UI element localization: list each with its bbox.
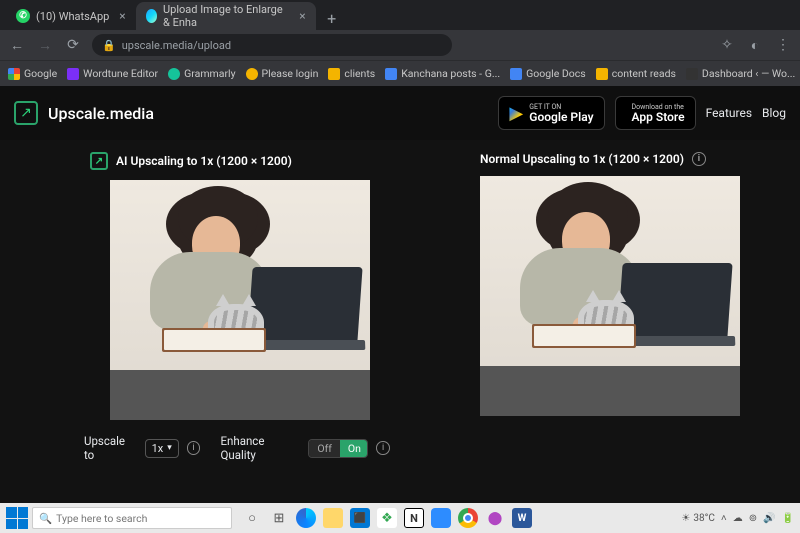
extensions-icon[interactable]: ✧ [718,37,736,54]
sun-icon: ☀ [681,513,690,524]
windows-taskbar: 🔍 Type here to search ○ ⊞ ⬛ ❖ N ⬤ W ☀38°… [0,503,800,533]
close-icon[interactable]: × [119,9,125,23]
close-icon[interactable]: × [299,9,305,23]
brand-logo-icon: ↗ [90,152,108,170]
file-explorer-icon[interactable] [323,508,343,528]
start-button[interactable] [6,507,28,529]
main-content: ↗ AI Upscaling to 1x (1200 × 1200) Upsca… [0,140,800,503]
app-store-badge[interactable]: Download on theApp Store [615,96,696,130]
app-icon[interactable]: ❖ [377,508,397,528]
bookmark-gdocs[interactable]: Google Docs [510,67,586,80]
cortana-icon[interactable]: ○ [242,508,262,528]
upscale-label: Upscale to [84,434,137,462]
back-icon[interactable]: ← [8,37,26,54]
blog-link[interactable]: Blog [762,106,786,120]
volume-icon[interactable]: 🔊 [763,513,775,524]
whatsapp-icon: ✆ [16,9,30,23]
reload-icon[interactable]: ⟳ [64,37,82,53]
bookmark-dashboard[interactable]: Dashboard ‹ — Wo... [686,67,795,80]
network-icon[interactable]: ⊚ [749,513,757,524]
profile-icon[interactable]: ◐ [746,37,764,54]
search-icon: 🔍 [39,512,52,525]
browser-tab-strip: ✆ (10) WhatsApp × Upload Image to Enlarg… [0,0,800,30]
search-placeholder: Type here to search [56,512,147,525]
ai-upscale-panel: ↗ AI Upscaling to 1x (1200 × 1200) Upsca… [90,152,390,503]
chrome-icon[interactable] [458,508,478,528]
tab-title: Upload Image to Enlarge & Enha [163,3,289,29]
menu-icon[interactable]: ⋮ [774,37,792,54]
normal-result-image [480,176,740,416]
weather-widget[interactable]: ☀38°C [681,513,714,524]
lock-icon: 🔒 [102,39,116,52]
notion-icon[interactable]: N [404,508,424,528]
zoom-icon[interactable] [431,508,451,528]
battery-icon[interactable]: 🔋 [782,513,794,524]
bookmark-google[interactable]: Google [8,67,57,80]
info-icon[interactable]: i [187,441,201,455]
brand-logo-icon[interactable]: ↗ [14,101,38,125]
new-tab-button[interactable]: + [320,6,344,30]
bookmark-grammarly[interactable]: Grammarly [168,67,235,80]
bookmark-clients[interactable]: clients [328,67,375,80]
bookmark-kanchana[interactable]: Kanchana posts - G... [385,67,500,80]
taskbar-pinned: ○ ⊞ ⬛ ❖ N ⬤ W [242,508,532,528]
enhance-toggle[interactable]: Off On [308,439,368,458]
app-icon[interactable]: ⬤ [485,508,505,528]
word-icon[interactable]: W [512,508,532,528]
forward-icon[interactable]: → [36,37,54,54]
brand-name[interactable]: Upscale.media [48,104,154,123]
upscale-favicon-icon [146,9,157,23]
browser-toolbar: ← → ⟳ 🔒 upscale.media/upload ✧ ◐ ⋮ [0,30,800,60]
upscale-controls: Upscale to 1x ▾ i Enhance Quality Off On… [84,434,390,462]
bookmark-content-reads[interactable]: content reads [596,67,676,80]
chevron-down-icon: ▾ [167,443,172,453]
info-icon[interactable]: i [692,152,706,166]
tab-upscale[interactable]: Upload Image to Enlarge & Enha × [136,2,316,30]
store-icon[interactable]: ⬛ [350,508,370,528]
enhance-label: Enhance Quality [220,434,300,462]
onedrive-icon[interactable]: ☁ [733,513,743,524]
tab-whatsapp[interactable]: ✆ (10) WhatsApp × [6,2,136,30]
task-view-icon[interactable]: ⊞ [269,508,289,528]
google-play-badge[interactable]: ▶ GET IT ONGoogle Play [498,96,604,130]
panel-title: AI Upscaling to 1x (1200 × 1200) [116,154,292,168]
bookmark-please-login[interactable]: Please login [246,67,319,80]
bookmarks-bar: Google Wordtune Editor Grammarly Please … [0,60,800,86]
features-link[interactable]: Features [706,106,752,120]
address-bar[interactable]: 🔒 upscale.media/upload [92,34,452,56]
system-tray: ☀38°C ˄ ☁ ⊚ 🔊 🔋 [681,513,794,524]
tab-title: (10) WhatsApp [36,10,109,23]
taskbar-search[interactable]: 🔍 Type here to search [32,507,232,529]
play-icon: ▶ [509,103,523,124]
url-text: upscale.media/upload [122,39,231,52]
site-header: ↗ Upscale.media ▶ GET IT ONGoogle Play D… [0,86,800,140]
normal-upscale-panel: Normal Upscaling to 1x (1200 × 1200) i [480,152,780,503]
chevron-up-icon[interactable]: ˄ [721,513,727,524]
ai-result-image [110,180,370,420]
info-icon[interactable]: i [376,441,390,455]
edge-icon[interactable] [296,508,316,528]
upscale-select[interactable]: 1x ▾ [145,439,179,458]
bookmark-wordtune[interactable]: Wordtune Editor [67,67,158,80]
panel-title: Normal Upscaling to 1x (1200 × 1200) [480,152,684,166]
